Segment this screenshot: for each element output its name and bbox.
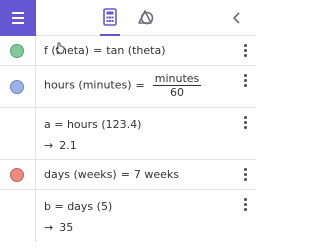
expression-text: a = hours (123.4) [44,118,142,131]
more-options-icon[interactable] [242,44,248,58]
algebra-row[interactable]: hours (minutes) = minutes 60 [0,66,256,108]
output-arrow: → [44,221,54,234]
algebra-row[interactable]: a = hours (123.4) → 2.1 [0,108,256,160]
tab-algebra[interactable] [92,0,128,36]
marble-cell [0,190,36,242]
geometry-tools-icon [138,10,154,25]
visibility-toggle[interactable] [10,44,24,58]
menu-bar [12,12,24,14]
visibility-toggle[interactable] [10,168,24,182]
marble-cell [0,108,36,159]
menu-bar [12,22,24,24]
algebra-input-list: f (theta) = tan (theta) hours (minutes) = mi… [0,36,256,242]
equals-sign: = [93,44,103,57]
expression-lhs: hours (minutes) [44,78,132,92]
output-row: → 35 [44,221,73,234]
expression-rhs: tan (theta) [106,44,166,57]
marble-cell [0,160,36,189]
more-options-icon[interactable] [242,116,248,130]
marble-cell [0,66,36,107]
output-row: → 2.1 [44,139,77,152]
top-toolbar [0,0,256,36]
output-arrow: → [44,139,54,152]
fraction-denominator: 60 [170,86,185,99]
visibility-toggle[interactable] [10,80,24,94]
expression[interactable]: b = days (5) [44,200,112,213]
main-menu-button[interactable] [0,0,36,36]
fraction: minutes 60 [152,72,202,99]
expression-rhs: 7 weeks [133,168,180,181]
output-value: 35 [59,221,74,234]
calculator-icon [103,8,117,26]
algebra-row[interactable]: b = days (5) → 35 [0,190,256,242]
expression[interactable]: days (weeks) = 7 weeks [44,168,179,181]
algebra-row[interactable]: days (weeks) = 7 weeks [0,160,256,190]
hand-cursor-icon [55,42,65,54]
equals-sign: = [135,78,145,92]
more-options-icon[interactable] [242,74,248,88]
tab-tools[interactable] [128,0,164,36]
algebra-row[interactable]: f (theta) = tan (theta) [0,36,256,66]
equals-sign: = [120,168,130,181]
collapse-panel-button[interactable] [226,0,250,36]
expression-text: b = days (5) [44,200,113,213]
menu-bar [12,17,24,19]
more-options-icon[interactable] [242,198,248,212]
expression[interactable]: a = hours (123.4) [44,118,141,131]
expression-lhs: f (theta) [44,44,90,57]
expression-lhs: days (weeks) [44,168,117,181]
fraction-numerator: minutes [152,72,202,86]
output-value: 2.1 [59,139,77,152]
algebra-view: f (theta) = tan (theta) hours (minutes) = mi… [0,0,256,250]
more-options-icon[interactable] [242,168,248,182]
chevron-left-icon [232,12,240,24]
marble-cell [0,36,36,65]
expression[interactable]: hours (minutes) = minutes 60 [44,72,202,99]
